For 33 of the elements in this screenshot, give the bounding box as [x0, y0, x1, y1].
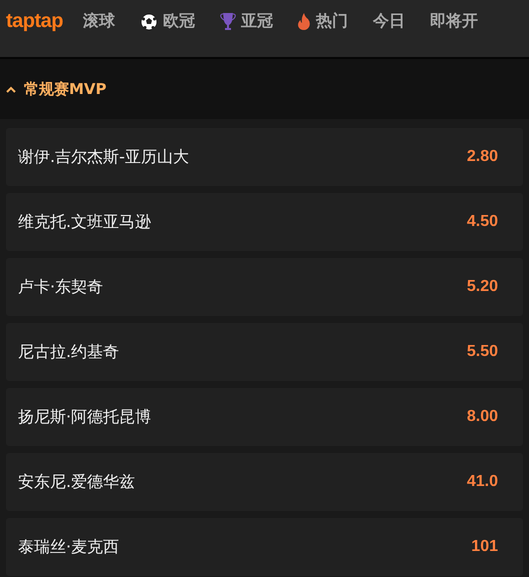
logo[interactable]: taptap — [6, 10, 63, 33]
soccer-ball-icon — [140, 12, 158, 30]
odds-value: 5.20 — [466, 278, 498, 296]
player-row[interactable]: 尼古拉.约基奇 5.50 — [6, 323, 523, 381]
odds-value: 41.0 — [466, 473, 498, 491]
player-row[interactable]: 谢伊.吉尔杰斯-亚历山大 2.80 — [6, 128, 523, 186]
odds-value: 5.50 — [466, 343, 498, 361]
nav-item[interactable]: 亚冠 — [220, 11, 273, 32]
odds-value: 2.80 — [466, 148, 498, 166]
player-row[interactable]: 泰瑞丝·麦克西 101 — [6, 518, 523, 576]
nav-item[interactable]: 滚球 — [83, 11, 115, 32]
nav-item[interactable]: 今日 — [373, 11, 405, 32]
odds-value: 8.00 — [466, 408, 498, 426]
player-name: 卢卡·东契奇 — [18, 276, 104, 298]
player-name: 维克托.文班亚马逊 — [18, 212, 152, 232]
player-row[interactable]: 扬尼斯·阿德托昆博 8.00 — [6, 388, 523, 446]
nav-item[interactable]: 欧冠 — [140, 11, 195, 32]
odds-value: 4.50 — [466, 213, 498, 231]
nav-item[interactable]: 即将开 — [430, 11, 478, 32]
trophy-icon — [220, 12, 236, 32]
player-name: 谢伊.吉尔杰斯-亚历山大 — [18, 146, 189, 168]
flame-icon — [298, 13, 311, 30]
section-header[interactable]: 常规赛MVP — [0, 59, 529, 119]
player-row[interactable]: 卢卡·东契奇 5.20 — [6, 258, 523, 316]
nav-item[interactable]: 热门 — [298, 11, 348, 32]
player-name: 安东尼.爱德华兹 — [18, 472, 136, 492]
section-title: 常规赛MVP — [24, 80, 107, 98]
player-name: 泰瑞丝·麦克西 — [18, 536, 120, 558]
odds-value: 101 — [471, 538, 498, 556]
player-name: 扬尼斯·阿德托昆博 — [18, 406, 152, 428]
player-row[interactable]: 安东尼.爱德华兹 41.0 — [6, 453, 523, 511]
player-row[interactable]: 维克托.文班亚马逊 4.50 — [6, 193, 523, 251]
player-name: 尼古拉.约基奇 — [18, 342, 120, 362]
